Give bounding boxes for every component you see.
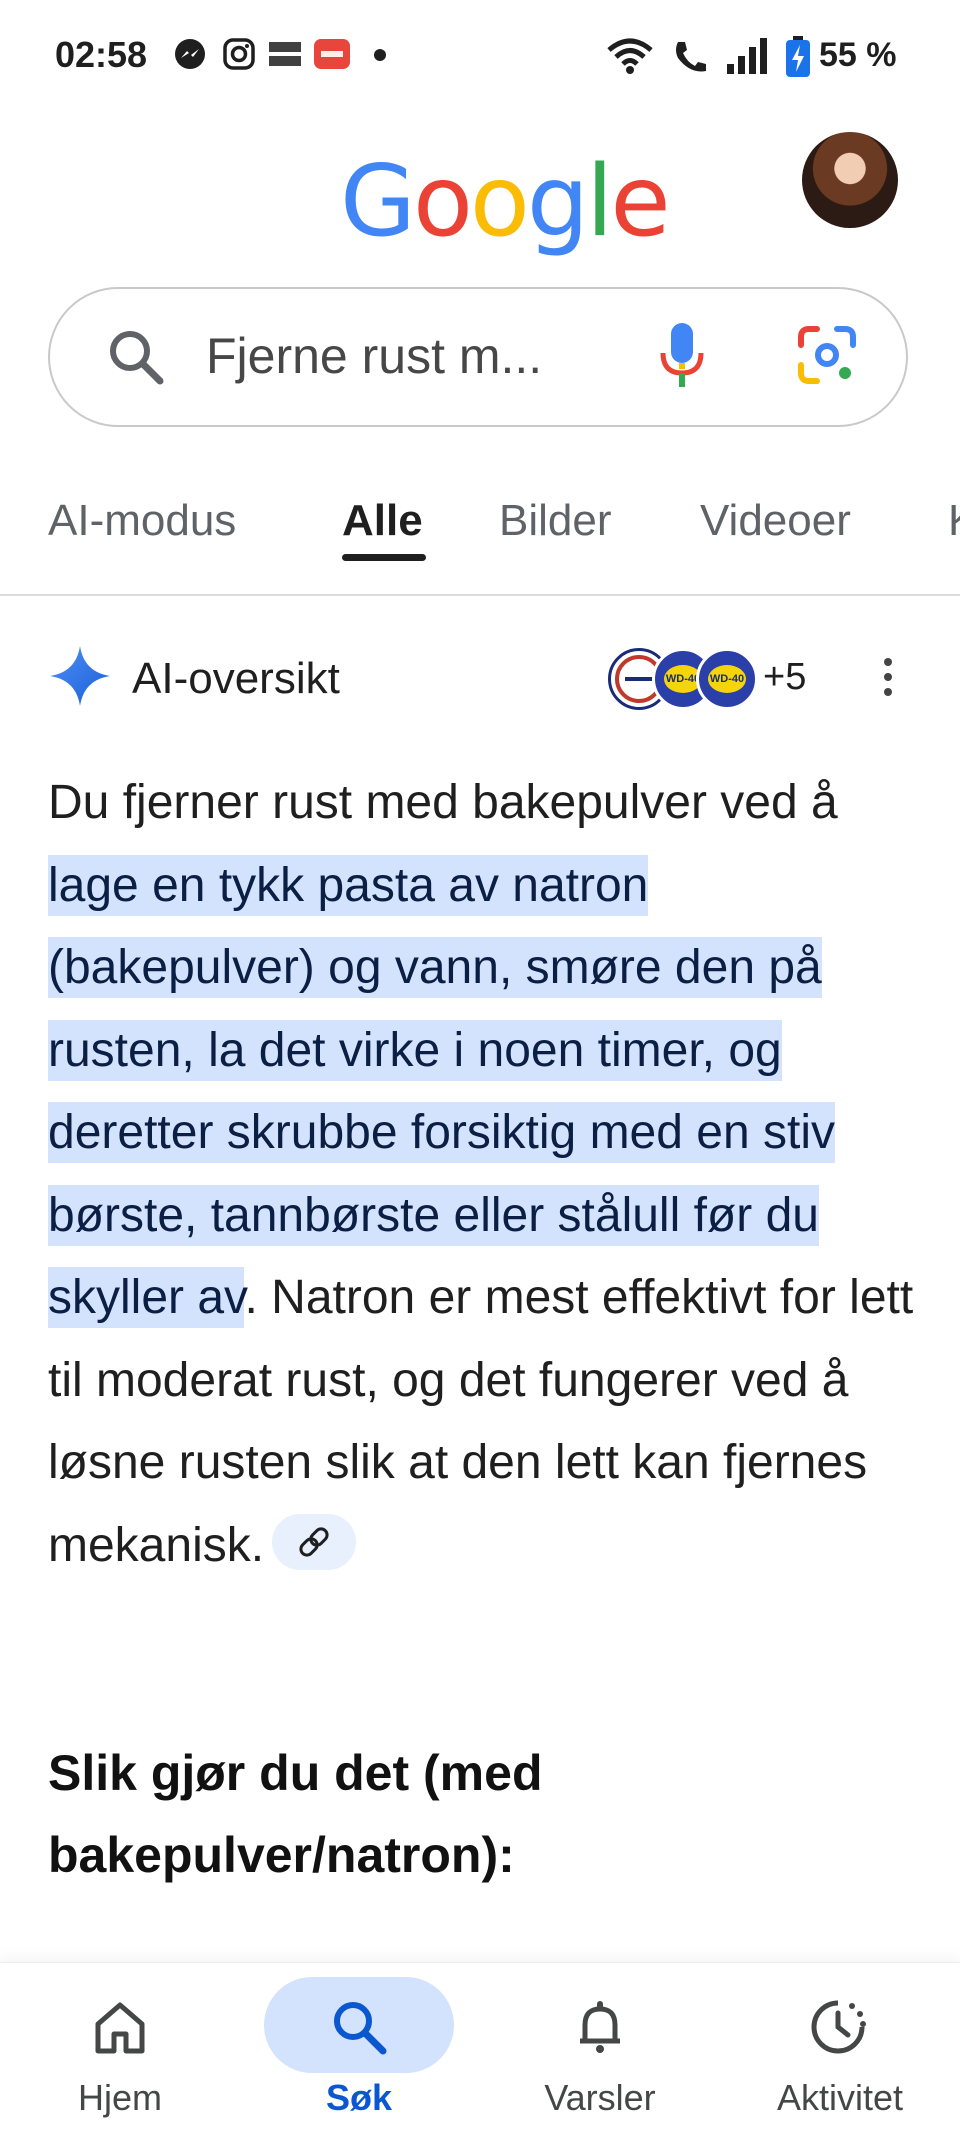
tab-all[interactable]: Alle [342,496,423,546]
logo-letter: G [340,145,416,259]
nav-label: Hjem [77,2077,162,2118]
nav-label: Varsler [544,2077,656,2118]
source-logo-text: WD-40 [708,665,746,693]
search-box[interactable]: Fjerne rust m... [48,287,908,427]
link-icon [299,1527,329,1557]
search-tabs: AI-modus Alle Bilder Videoer K [0,490,960,596]
google-logo[interactable]: Google [340,145,671,259]
text-intro: Du fjerner rust med bakepulver ved å [48,776,838,829]
ai-overview-text: Du fjerner rust med bakepulver ved å lag… [48,762,928,1587]
active-tab-indicator [342,554,426,561]
home-icon [95,2002,145,2054]
source-link-chip[interactable] [272,1513,357,1570]
dot-icon [374,49,386,61]
gemini-sparkle-icon [50,646,110,706]
messenger-icon [175,39,205,69]
ai-overview-title: AI-oversikt [132,654,340,703]
nav-label: Søk [325,2077,393,2118]
tab-videos[interactable]: Videoer [700,496,851,546]
account-avatar[interactable] [802,132,898,228]
more-sources-count[interactable]: +5 [763,656,806,699]
mic-icon[interactable] [656,319,708,395]
battery-charging-icon [786,36,810,77]
highlighted-answer: lage en tykk pasta av natron (bakepulver… [48,854,836,1328]
google-lens-icon[interactable] [795,323,859,387]
logo-letter: o [469,145,530,259]
signal-icon [727,38,767,74]
tab-more[interactable]: K [948,496,960,546]
search-icon [110,331,164,385]
search-icon [334,2002,387,2055]
logo-letter: o [412,145,473,259]
nav-search[interactable]: Søk [259,1963,459,2134]
nav-notifications[interactable]: Varsler [500,1963,700,2134]
search-query[interactable]: Fjerne rust m... [206,327,626,385]
wifi-call-icon [676,42,706,72]
bottom-navigation: Hjem Søk Varsler Aktivitet [0,1962,960,2134]
nav-home[interactable]: Hjem [20,1963,220,2134]
tab-ai-mode[interactable]: AI-modus [48,496,236,546]
logo-letter: l [586,145,613,259]
temu-icon [269,42,301,66]
ai-overview-header: AI-oversikt WD-40 WD-40 +5 [48,644,918,724]
tab-images[interactable]: Bilder [499,496,612,546]
logo-letter: e [610,145,670,259]
source-favicon[interactable]: WD-40 [696,648,758,710]
instagram-icon [223,38,255,70]
sos-icon [314,39,350,69]
bell-icon [580,2001,620,2053]
status-time: 02:58 [55,34,148,75]
more-options-icon[interactable] [878,658,898,702]
activity-icon [811,2000,866,2054]
battery-percent: 55 % [819,36,897,74]
status-bar: 02:58 55 % [0,0,960,110]
logo-letter: g [526,145,589,259]
nav-label: Aktivitet [776,2077,904,2118]
section-heading: Slik gjør du det (med bakepulver/natron)… [48,1745,543,1883]
nav-activity[interactable]: Aktivitet [740,1963,940,2134]
wifi-icon [607,38,653,74]
